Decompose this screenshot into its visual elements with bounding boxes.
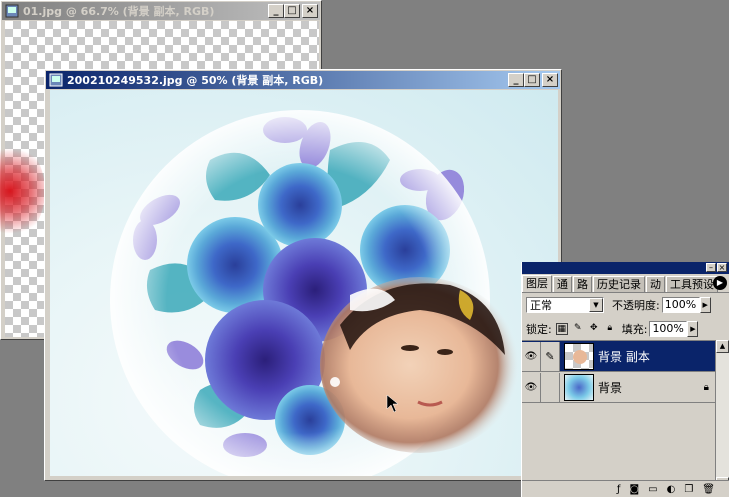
fill-arrow-icon[interactable]: ▶ (687, 321, 699, 337)
opacity-field[interactable]: 100% (661, 297, 700, 313)
add-mask-icon[interactable]: ◙ (629, 484, 639, 495)
lock-row: 锁定: ▦ ✎ ✥ 🔒︎ 填充: 100% ▶ (526, 321, 729, 337)
maximize-button[interactable]: □ (524, 73, 540, 87)
lock-label: 锁定: (526, 323, 552, 336)
fill-label: 填充: (621, 323, 648, 336)
lock-position-icon[interactable]: ✥ (588, 323, 600, 335)
tab-layers[interactable]: 图层 (522, 275, 552, 292)
palette-tabs: 图层 通 路 历史记录 动 工具预设 (522, 275, 729, 293)
opacity-label: 不透明度: (612, 299, 660, 312)
document-title: 200210249532.jpg @ 50% (背景 副本, RGB) (67, 74, 324, 87)
photoshop-doc-icon (49, 73, 63, 87)
brush-icon[interactable]: ✎ (541, 341, 560, 371)
palette-menu-arrow-icon[interactable]: ▶ (713, 276, 727, 290)
minimize-button[interactable]: _ (508, 73, 524, 87)
close-button[interactable]: × (302, 4, 318, 18)
adjustment-layer-icon[interactable]: ◐ (667, 484, 676, 495)
document-window-main[interactable]: 200210249532.jpg @ 50% (背景 副本, RGB) _ □ … (44, 69, 562, 481)
lock-all-icon[interactable]: 🔒︎ (604, 323, 616, 335)
new-set-icon[interactable]: ▭ (648, 484, 657, 495)
lock-pixels-icon[interactable]: ✎ (572, 323, 584, 335)
eye-icon[interactable]: 👁︎ (522, 372, 541, 402)
minimize-button[interactable]: _ (268, 4, 284, 18)
layers-scrollbar[interactable]: ▲ ▼ (715, 340, 729, 490)
layer-style-icon[interactable]: ƒ (617, 484, 621, 495)
image-canvas[interactable] (50, 90, 558, 476)
photoshop-doc-icon (5, 4, 19, 18)
layer-thumbnail (564, 373, 594, 401)
trash-icon[interactable]: 🗑︎ (702, 484, 715, 495)
tab-channels[interactable]: 通 (553, 276, 572, 292)
palette-minimize-button[interactable]: – (706, 263, 716, 272)
document-titlebar[interactable]: 01.jpg @ 66.7% (背景 副本, RGB) _ □ × (2, 2, 320, 20)
maximize-button[interactable]: □ (284, 4, 300, 18)
flower-photo-composite (110, 110, 520, 476)
opacity-arrow-icon[interactable]: ▶ (699, 297, 711, 313)
layer-name: 背景 (598, 380, 623, 395)
document-titlebar[interactable]: 200210249532.jpg @ 50% (背景 副本, RGB) _ □ … (46, 71, 560, 89)
lock-transparency-icon[interactable]: ▦ (555, 323, 568, 335)
palette-close-button[interactable]: × (717, 263, 727, 272)
lock-icon: 🔒︎ (703, 381, 709, 393)
close-button[interactable]: × (542, 73, 558, 87)
layer-thumbnail (564, 342, 594, 370)
tab-tool-presets[interactable]: 工具预设 (666, 276, 718, 292)
fill-field[interactable]: 100% (649, 321, 688, 337)
palette-footer: ƒ ◙ ▭ ◐ ❐ 🗑︎ (522, 480, 729, 497)
layer-row[interactable]: 👁︎ 背景 🔒︎ (522, 372, 715, 403)
document-title: 01.jpg @ 66.7% (背景 副本, RGB) (23, 5, 215, 18)
layers-list: 👁︎ ✎ 背景 副本 👁︎ 背景 🔒︎ (522, 340, 715, 491)
tab-actions[interactable]: 动 (646, 276, 665, 292)
link-slot[interactable] (541, 372, 560, 402)
layers-palette[interactable]: – × 图层 通 路 历史记录 动 工具预设 ▶ 正常 ▼ 不透明度: 100%… (521, 262, 729, 497)
blend-mode-select[interactable]: 正常 ▼ (526, 297, 604, 313)
red-blur-shape (0, 141, 45, 241)
eye-icon[interactable]: 👁︎ (522, 341, 541, 371)
palette-titlebar[interactable]: – × (522, 262, 729, 274)
layer-row[interactable]: 👁︎ ✎ 背景 副本 (522, 341, 715, 372)
tab-paths[interactable]: 路 (573, 276, 592, 292)
layer-name: 背景 副本 (598, 349, 650, 364)
scroll-up-button[interactable]: ▲ (716, 340, 729, 353)
blend-row: 正常 ▼ 不透明度: 100% ▶ (526, 297, 729, 313)
chevron-down-icon: ▼ (589, 298, 603, 312)
tab-history[interactable]: 历史记录 (593, 276, 645, 292)
blend-mode-value: 正常 (530, 299, 552, 312)
new-layer-icon[interactable]: ❐ (684, 484, 693, 495)
